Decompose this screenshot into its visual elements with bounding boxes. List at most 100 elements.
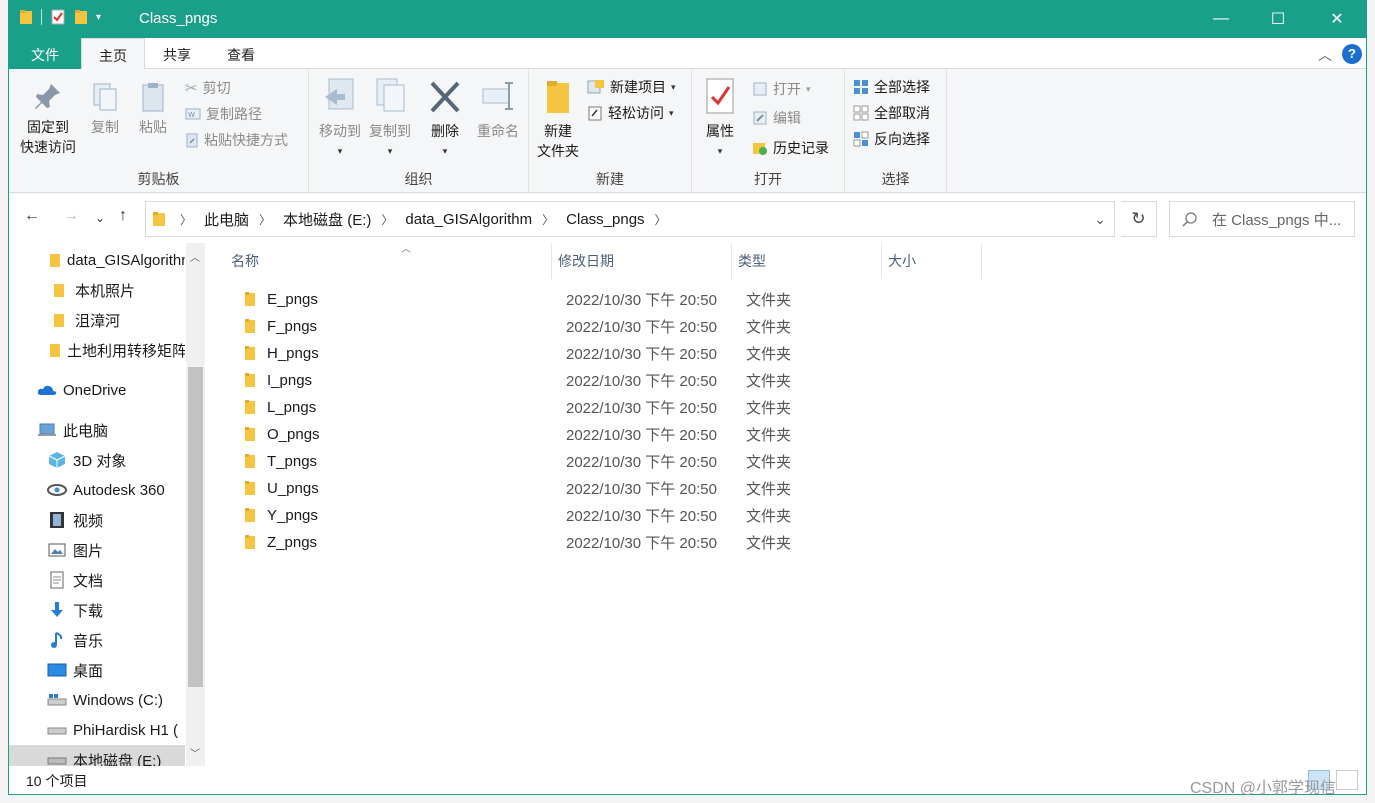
- customize-qat-icon[interactable]: ▾: [96, 12, 101, 23]
- close-button[interactable]: ✕: [1314, 0, 1360, 38]
- back-arrow-icon[interactable]: ←: [24, 207, 40, 225]
- file-row[interactable]: L_pngs 2022/10/30 下午 20:50 文件夹: [229, 394, 1169, 421]
- column-header-name[interactable]: ︿ 名称: [225, 243, 552, 279]
- file-row[interactable]: E_pngs 2022/10/30 下午 20:50 文件夹: [229, 286, 1169, 313]
- properties-button[interactable]: 属性 ▾: [700, 77, 740, 161]
- tab-share[interactable]: 共享: [149, 38, 205, 69]
- select-none-button[interactable]: 全部取消: [853, 103, 930, 123]
- tab-file[interactable]: 文件: [9, 38, 81, 69]
- minimize-button[interactable]: —: [1198, 0, 1244, 38]
- easy-access-button[interactable]: 轻松访问 ▾: [587, 103, 674, 123]
- nav-item-3d-objects[interactable]: 3D 对象: [9, 445, 185, 475]
- breadcrumb-drive-e[interactable]: 本地磁盘 (E:): [283, 209, 371, 230]
- nav-item-desktop[interactable]: 桌面: [9, 655, 185, 685]
- paste-button[interactable]: 粘贴: [133, 81, 173, 137]
- history-button[interactable]: 历史记录: [752, 138, 829, 158]
- column-size-label: 大小: [888, 253, 916, 269]
- new-item-button[interactable]: 新建项目 ▾: [587, 77, 676, 97]
- nav-item-drive-h[interactable]: PhiHardisk H1 (: [9, 715, 185, 745]
- column-date-label: 修改日期: [558, 253, 614, 269]
- pin-quick-access-button[interactable]: 固定到 快速访问: [17, 81, 79, 157]
- nav-item-drive-c[interactable]: Windows (C:): [9, 685, 185, 715]
- delete-button[interactable]: 删除 ▾: [423, 77, 467, 161]
- background-strip-left: [0, 0, 8, 803]
- file-name: L_pngs: [267, 399, 317, 416]
- nav-item-videos[interactable]: 视频: [9, 505, 185, 535]
- nav-scrollbar[interactable]: ︿ ﹀: [186, 243, 205, 766]
- cut-label: 剪切: [202, 80, 231, 96]
- breadcrumb-class-pngs[interactable]: Class_pngs: [566, 211, 644, 228]
- properties-icon[interactable]: [50, 9, 66, 25]
- move-to-button[interactable]: 移动到 ▾: [315, 77, 365, 161]
- desktop-icon: [47, 663, 67, 677]
- file-row[interactable]: H_pngs 2022/10/30 下午 20:50 文件夹: [229, 340, 1169, 367]
- chevron-right-icon[interactable]: 〉: [180, 211, 192, 228]
- new-folder-label: 新建: [544, 123, 572, 139]
- large-icons-view-icon[interactable]: [1336, 770, 1358, 790]
- scroll-down-icon[interactable]: ﹀: [190, 745, 200, 760]
- new-folder-icon[interactable]: [74, 9, 88, 25]
- nav-item[interactable]: data_GISAlgorithm: [9, 245, 185, 275]
- address-bar[interactable]: 〉 此电脑 〉 本地磁盘 (E:) 〉 data_GISAlgorithm 〉 …: [145, 201, 1115, 237]
- nav-item-documents[interactable]: 文档: [9, 565, 185, 595]
- nav-item-pictures[interactable]: 图片: [9, 535, 185, 565]
- open-button[interactable]: 打开 ▾: [752, 79, 811, 99]
- address-dropdown-icon[interactable]: ⌄: [1094, 211, 1106, 228]
- chevron-right-icon[interactable]: 〉: [381, 211, 393, 228]
- svg-text:W: W: [188, 111, 195, 119]
- file-row[interactable]: I_pngs 2022/10/30 下午 20:50 文件夹: [229, 367, 1169, 394]
- nav-item[interactable]: 沮漳河: [9, 305, 185, 335]
- chevron-right-icon[interactable]: 〉: [542, 211, 554, 228]
- maximize-button[interactable]: ☐: [1255, 0, 1301, 38]
- paste-label: 粘贴: [139, 119, 167, 135]
- paste-shortcut-button[interactable]: 粘贴快捷方式: [185, 130, 288, 150]
- edit-button[interactable]: 编辑: [752, 108, 801, 128]
- breadcrumb-data-gisalgorithm[interactable]: data_GISAlgorithm: [405, 211, 532, 228]
- nav-item-downloads[interactable]: 下载: [9, 595, 185, 625]
- tab-home[interactable]: 主页: [81, 38, 145, 70]
- chevron-right-icon[interactable]: 〉: [655, 211, 667, 228]
- tab-view[interactable]: 查看: [213, 38, 269, 69]
- nav-item[interactable]: 本机照片: [9, 275, 185, 305]
- cut-button[interactable]: ✂ 剪切: [185, 78, 231, 98]
- pin-label: 固定到: [27, 119, 69, 135]
- search-box[interactable]: 在 Class_pngs 中...: [1169, 201, 1355, 237]
- nav-item-autodesk[interactable]: Autodesk 360: [9, 475, 185, 505]
- scroll-up-icon[interactable]: ︿: [190, 249, 200, 264]
- address-row: ← → ⌄ ↑ 〉 此电脑 〉 本地磁盘 (E:) 〉 data_GISAlgo…: [9, 193, 1366, 243]
- file-row[interactable]: U_pngs 2022/10/30 下午 20:50 文件夹: [229, 475, 1169, 502]
- file-row[interactable]: F_pngs 2022/10/30 下午 20:50 文件夹: [229, 313, 1169, 340]
- new-folder-button[interactable]: 新建 文件夹: [533, 77, 583, 161]
- open-group: 属性 ▾ 打开 ▾ 编辑 历史记录 打开: [692, 69, 845, 193]
- forward-arrow-icon[interactable]: →: [63, 207, 79, 225]
- invert-selection-button[interactable]: 反向选择: [853, 129, 930, 149]
- file-row[interactable]: Y_pngs 2022/10/30 下午 20:50 文件夹: [229, 502, 1169, 529]
- nav-item-music[interactable]: 音乐: [9, 625, 185, 655]
- column-header-date[interactable]: 修改日期: [552, 243, 732, 279]
- chevron-right-icon[interactable]: 〉: [259, 211, 271, 228]
- copy-to-button[interactable]: 复制到 ▾: [365, 77, 415, 161]
- file-row[interactable]: T_pngs 2022/10/30 下午 20:50 文件夹: [229, 448, 1169, 475]
- nav-item-this-pc[interactable]: 此电脑: [9, 415, 185, 445]
- nav-item-label: PhiHardisk H1 (: [73, 721, 179, 739]
- scrollbar-thumb[interactable]: [188, 367, 203, 687]
- file-row[interactable]: O_pngs 2022/10/30 下午 20:50 文件夹: [229, 421, 1169, 448]
- file-row[interactable]: Z_pngs 2022/10/30 下午 20:50 文件夹: [229, 529, 1169, 556]
- up-arrow-icon[interactable]: ↑: [119, 207, 127, 225]
- rename-button[interactable]: 重命名: [473, 77, 523, 141]
- nav-item-drive-e[interactable]: 本地磁盘 (E:): [9, 745, 185, 766]
- breadcrumb-this-pc[interactable]: 此电脑: [204, 209, 249, 230]
- refresh-button[interactable]: ↻: [1121, 201, 1157, 237]
- column-header-size[interactable]: 大小: [882, 243, 982, 279]
- collapse-ribbon-icon[interactable]: ︿: [1318, 45, 1332, 65]
- column-header-type[interactable]: 类型: [732, 243, 882, 279]
- nav-item-onedrive[interactable]: OneDrive: [9, 375, 185, 405]
- select-all-button[interactable]: 全部选择: [853, 77, 930, 97]
- clipboard-group-label: 剪贴板: [137, 171, 180, 187]
- copy-button[interactable]: 复制: [85, 81, 125, 137]
- recent-locations-icon[interactable]: ⌄: [95, 211, 105, 225]
- nav-item-label: 图片: [73, 542, 104, 560]
- copy-path-button[interactable]: W 复制路径: [185, 104, 262, 124]
- nav-item[interactable]: 土地利用转移矩阵: [9, 335, 185, 365]
- help-icon[interactable]: ?: [1342, 44, 1362, 64]
